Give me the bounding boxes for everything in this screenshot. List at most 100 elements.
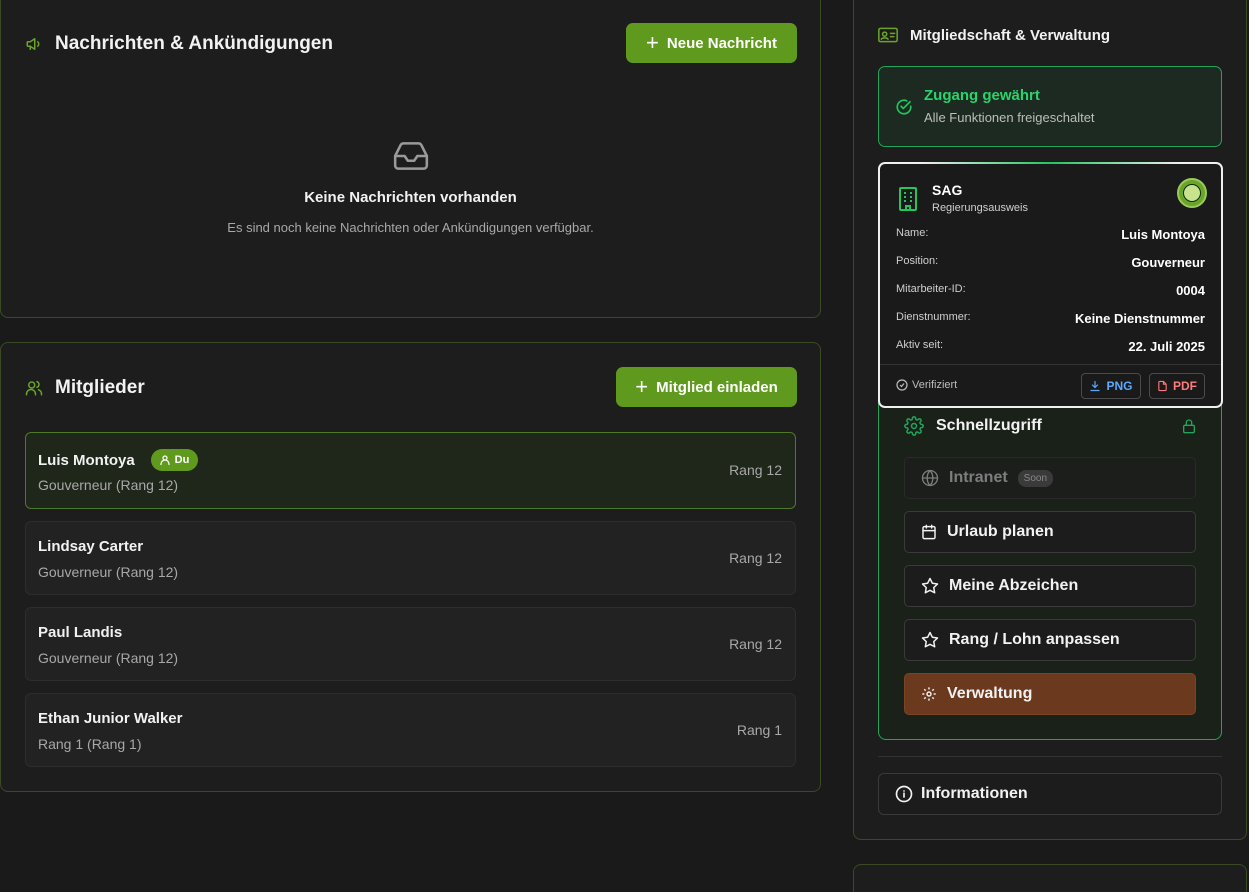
plan-vacation-button[interactable]: Urlaub planen <box>904 511 1196 553</box>
invite-member-button[interactable]: + Mitglied einladen <box>616 367 797 407</box>
card-row-active-since: Aktiv seit: 22. Juli 2025 <box>896 339 1205 354</box>
megaphone-icon <box>25 35 43 53</box>
member-row[interactable]: Ethan Junior Walker Rang 1 (Rang 1) Rang… <box>25 693 796 767</box>
intranet-label: Intranet <box>949 469 1008 486</box>
field-value: Keine Dienstnummer <box>1074 311 1205 326</box>
check-circle-icon <box>896 379 908 391</box>
member-name-wrap: Luis Montoya Du <box>38 449 199 471</box>
download-pdf-button[interactable]: PDF <box>1149 373 1205 399</box>
messages-header: Nachrichten & Ankündigungen <box>25 33 333 55</box>
card-org: SAG <box>932 182 963 198</box>
users-icon <box>25 379 43 397</box>
field-label: Dienstnummer: <box>896 311 971 323</box>
empty-state: Keine Nachrichten vorhanden Es sind noch… <box>1 137 820 235</box>
star-icon <box>921 631 939 649</box>
building-icon <box>898 186 918 212</box>
png-label: PNG <box>1106 379 1133 393</box>
new-message-label: Neue Nachricht <box>666 34 777 52</box>
field-value: 0004 <box>1176 283 1205 298</box>
access-subtitle: Alle Funktionen freigeschaltet <box>924 110 1095 125</box>
plus-icon: + <box>646 30 659 55</box>
card-row-employee-id: Mitarbeiter-ID: 0004 <box>896 283 1205 298</box>
empty-title: Keine Nachrichten vorhanden <box>304 189 517 206</box>
check-circle-icon <box>895 98 913 116</box>
card-top-accent <box>920 162 1181 164</box>
file-icon <box>1158 380 1167 392</box>
quick-access-title: Schnellzugriff <box>936 417 1042 434</box>
member-row[interactable]: Lindsay Carter Gouverneur (Rang 12) Rang… <box>25 521 796 595</box>
field-value: Gouverneur <box>1131 255 1205 270</box>
intranet-button: Intranet Soon <box>904 457 1196 499</box>
field-value: 22. Juli 2025 <box>1128 339 1205 354</box>
my-badges-button[interactable]: Meine Abzeichen <box>904 565 1196 607</box>
plan-vacation-label: Urlaub planen <box>947 523 1054 540</box>
member-name: Paul Landis <box>38 624 123 641</box>
members-panel: Mitglieder + Mitglied einladen Luis Mont… <box>0 342 821 792</box>
download-png-button[interactable]: PNG <box>1081 373 1141 399</box>
info-icon <box>895 785 913 803</box>
quick-access-header: Schnellzugriff <box>904 416 1042 436</box>
field-label: Aktiv seit: <box>896 339 944 351</box>
rank-pay-label: Rang / Lohn anpassen <box>949 631 1120 648</box>
member-role: Rang 1 (Rang 1) <box>38 736 142 752</box>
pdf-label: PDF <box>1173 379 1197 393</box>
rank-pay-button[interactable]: Rang / Lohn anpassen <box>904 619 1196 661</box>
soon-badge: Soon <box>1017 469 1054 487</box>
id-card-icon <box>878 26 898 44</box>
messages-title: Nachrichten & Ankündigungen <box>55 33 333 54</box>
admin-button[interactable]: Verwaltung <box>904 673 1196 715</box>
invite-member-label: Mitglied einladen <box>656 378 778 396</box>
members-title: Mitglieder <box>55 377 145 398</box>
you-badge-label: Du <box>174 454 190 466</box>
verified-status: Verifiziert <box>896 379 957 391</box>
member-role: Gouverneur (Rang 12) <box>38 650 179 666</box>
info-divider <box>878 756 1222 757</box>
access-granted-box: Zugang gewährt Alle Funktionen freigesch… <box>878 66 1222 147</box>
plus-icon: + <box>635 374 649 399</box>
field-label: Name: <box>896 227 929 239</box>
star-icon <box>921 577 939 595</box>
seal-logo <box>1177 178 1207 208</box>
gear-icon <box>921 686 937 702</box>
you-badge: Du <box>150 449 199 471</box>
messages-panel: Nachrichten & Ankündigungen + Neue Nachr… <box>0 0 821 318</box>
membership-header: Mitgliedschaft & Verwaltung <box>878 26 1110 44</box>
information-button[interactable]: Informationen <box>878 773 1222 815</box>
card-row-name: Name: Luis Montoya <box>896 227 1205 242</box>
member-name: Lindsay Carter <box>38 538 144 555</box>
verified-label: Verifiziert <box>912 379 958 391</box>
member-role: Gouverneur (Rang 12) <box>38 564 179 580</box>
my-badges-label: Meine Abzeichen <box>949 577 1079 594</box>
download-icon <box>1090 380 1101 392</box>
card-row-position: Position: Gouverneur <box>896 255 1205 270</box>
globe-icon <box>921 469 939 487</box>
calendar-icon <box>921 523 937 541</box>
member-name: Ethan Junior Walker <box>38 710 183 727</box>
field-label: Position: <box>896 255 939 267</box>
access-title: Zugang gewährt <box>924 87 1040 104</box>
card-type: Regierungsausweis <box>932 202 1028 214</box>
member-row[interactable]: Luis Montoya Du Gouverneur (Rang 12) Ran… <box>25 432 796 509</box>
unlock-icon <box>1181 418 1197 434</box>
field-value: Luis Montoya <box>1121 227 1205 242</box>
quick-access-panel: Schnellzugriff Intranet Soon Urlaub plan… <box>878 390 1222 740</box>
information-label: Informationen <box>921 785 1028 802</box>
card-row-service-number: Dienstnummer: Keine Dienstnummer <box>896 311 1205 326</box>
gear-icon <box>904 416 924 436</box>
member-name: Luis Montoya <box>38 451 135 469</box>
member-rank: Rang 12 <box>729 462 782 478</box>
member-rank: Rang 12 <box>729 636 782 652</box>
member-row[interactable]: Paul Landis Gouverneur (Rang 12) Rang 12 <box>25 607 796 681</box>
admin-label: Verwaltung <box>947 685 1033 702</box>
member-rank: Rang 12 <box>729 550 782 566</box>
membership-title: Mitgliedschaft & Verwaltung <box>910 26 1111 44</box>
members-header: Mitglieder <box>25 377 145 399</box>
new-message-button[interactable]: + Neue Nachricht <box>626 23 797 63</box>
member-role: Gouverneur (Rang 12) <box>38 477 179 493</box>
inbox-icon <box>391 137 431 175</box>
government-id-card: SAG Regierungsausweis Name: Luis Montoya… <box>878 162 1223 408</box>
member-rank: Rang 1 <box>736 722 782 738</box>
lower-panel <box>853 864 1247 892</box>
field-label: Mitarbeiter-ID: <box>896 283 966 295</box>
card-divider <box>880 364 1221 365</box>
